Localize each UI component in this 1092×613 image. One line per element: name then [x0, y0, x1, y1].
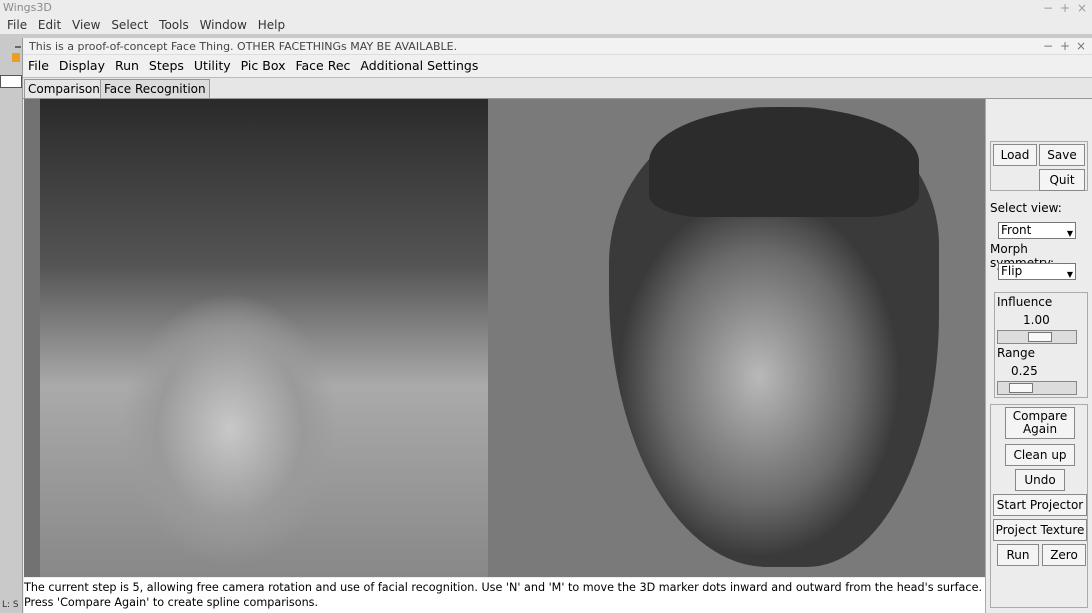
morph-symmetry-dropdown[interactable]: Flip ▼	[998, 263, 1076, 280]
window-maximize-icon[interactable]: +	[1060, 38, 1070, 55]
outer-menu-file[interactable]: File	[7, 16, 27, 34]
reference-photo	[40, 99, 488, 577]
start-projector-button[interactable]: Start Projector	[993, 494, 1087, 516]
quit-button[interactable]: Quit	[1039, 169, 1085, 191]
menu-run[interactable]: Run	[115, 55, 139, 77]
view-group: Select view: Front ▼ Morph symmetry: Fli…	[990, 198, 1088, 286]
outer-menu-tools[interactable]: Tools	[159, 16, 189, 34]
outer-menu-window[interactable]: Window	[200, 16, 247, 34]
close-icon[interactable]: ×	[1077, 0, 1087, 16]
project-texture-button[interactable]: Project Texture	[993, 519, 1087, 541]
menu-utility[interactable]: Utility	[194, 55, 231, 77]
control-sidebar: Load Save Quit Select view: Front ▼ Morp…	[985, 99, 1092, 613]
range-label: Range	[997, 346, 1036, 360]
compare-again-button[interactable]: Compare Again	[1005, 407, 1075, 439]
status-line-2: Press 'Compare Again' to create spline c…	[24, 596, 319, 609]
status-line-1: The current step is 5, allowing free cam…	[24, 581, 983, 594]
outer-window-title: Wings3D	[0, 0, 1092, 16]
window-close-icon[interactable]: ×	[1076, 38, 1086, 55]
menu-additional-settings[interactable]: Additional Settings	[360, 55, 478, 77]
range-value: 0.25	[1011, 364, 1038, 378]
select-view-value: Front	[1001, 223, 1032, 237]
file-group: Load Save Quit	[990, 141, 1088, 191]
outer-toolbar-fragment	[15, 46, 21, 48]
dropdown-arrow-icon: ▼	[1066, 270, 1073, 279]
load-button[interactable]: Load	[993, 144, 1037, 166]
window-title: This is a proof-of-concept Face Thing. O…	[23, 38, 1092, 55]
maximize-icon[interactable]: +	[1060, 0, 1070, 16]
clean-up-button[interactable]: Clean up	[1005, 444, 1075, 466]
menu-pic-box[interactable]: Pic Box	[241, 55, 286, 77]
menu-steps[interactable]: Steps	[149, 55, 184, 77]
influence-value: 1.00	[1023, 313, 1050, 327]
menu-face-rec[interactable]: Face Rec	[295, 55, 350, 77]
zero-button[interactable]: Zero	[1042, 544, 1086, 566]
select-view-dropdown[interactable]: Front ▼	[998, 222, 1076, 239]
select-view-label: Select view:	[990, 201, 1062, 215]
actions-group: Compare Again Clean up Undo Start Projec…	[990, 404, 1088, 608]
influence-slider[interactable]	[997, 330, 1077, 344]
outer-toolbar-icon	[12, 53, 20, 62]
outer-menu-edit[interactable]: Edit	[38, 16, 61, 34]
save-button[interactable]: Save	[1039, 144, 1085, 166]
head-hair-region	[649, 107, 919, 217]
run-button[interactable]: Run	[997, 544, 1039, 566]
tab-comparisons[interactable]: Comparisons	[24, 79, 111, 99]
dropdown-arrow-icon: ▼	[1066, 229, 1073, 238]
menu-display[interactable]: Display	[59, 55, 105, 77]
influence-label: Influence	[997, 295, 1053, 309]
outer-menubar: File Edit View Select Tools Window Help	[0, 16, 1092, 34]
undo-button[interactable]: Undo	[1015, 469, 1065, 491]
outer-menu-view[interactable]: View	[72, 16, 100, 34]
tab-face-recognition[interactable]: Face Recognition	[100, 79, 210, 99]
outer-menu-select[interactable]: Select	[111, 16, 148, 34]
range-slider[interactable]	[997, 381, 1077, 395]
status-message: The current step is 5, allowing free cam…	[24, 578, 985, 613]
outer-menu-help[interactable]: Help	[258, 16, 285, 34]
minimize-icon[interactable]: −	[1043, 0, 1053, 16]
window-menubar: File Display Run Steps Utility Pic Box F…	[23, 55, 1092, 77]
face-thing-window: This is a proof-of-concept Face Thing. O…	[22, 38, 1092, 613]
range-slider-thumb[interactable]	[1009, 383, 1033, 393]
outer-status-text: L: S	[2, 600, 19, 610]
outer-field	[0, 75, 22, 88]
tab-bar: Comparisons Face Recognition	[23, 77, 1092, 99]
influence-slider-thumb[interactable]	[1028, 332, 1052, 342]
window-minimize-icon[interactable]: −	[1043, 38, 1053, 55]
3d-viewport[interactable]	[24, 99, 985, 577]
influence-range-group: Influence 1.00 Range 0.25	[994, 292, 1088, 398]
menu-file[interactable]: File	[28, 55, 49, 77]
morph-symmetry-value: Flip	[1001, 264, 1023, 278]
